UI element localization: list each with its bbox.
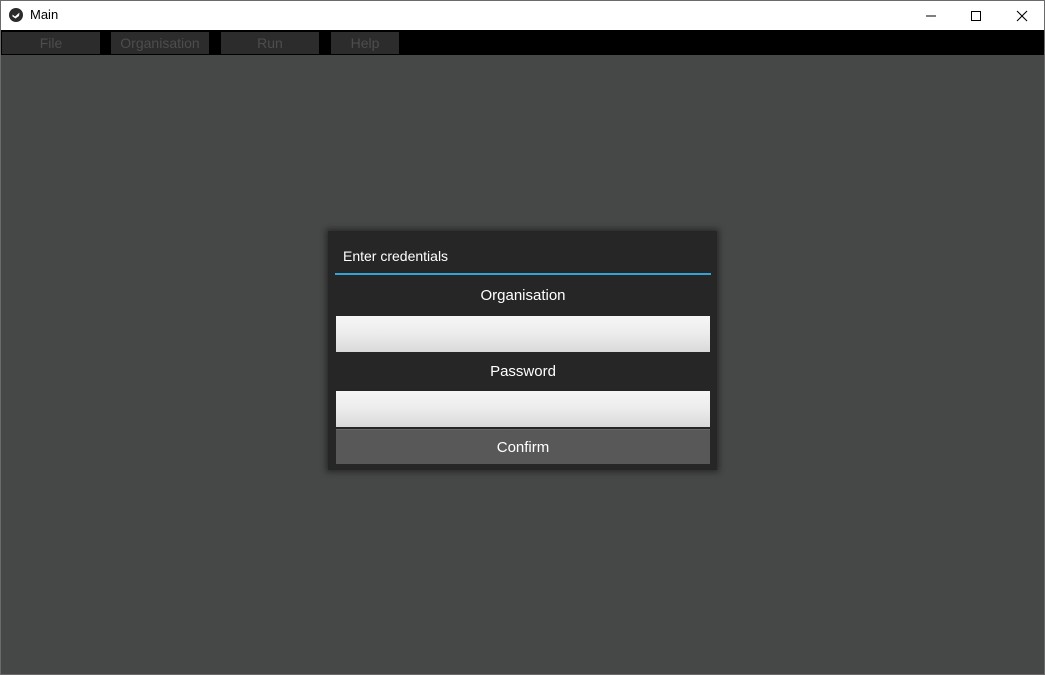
password-label: Password <box>490 363 556 380</box>
minimize-icon <box>925 10 937 22</box>
maximize-button[interactable] <box>953 1 998 30</box>
password-input[interactable] <box>336 391 710 427</box>
dialog-title: Enter credentials <box>343 248 449 264</box>
minimize-button[interactable] <box>908 1 953 30</box>
close-button[interactable] <box>999 1 1044 30</box>
confirm-button[interactable]: Confirm <box>336 429 710 464</box>
menu-help[interactable]: Help <box>331 32 399 54</box>
title-bar[interactable]: Main <box>1 1 1044 30</box>
dialog-title-separator <box>335 273 711 275</box>
window-title: Main <box>30 7 59 22</box>
menu-run[interactable]: Run <box>221 32 319 54</box>
menu-file[interactable]: File <box>2 32 100 54</box>
menu-bar: File Organisation Run Help <box>1 30 1044 55</box>
organisation-label: Organisation <box>480 287 566 304</box>
menu-organisation[interactable]: Organisation <box>111 32 209 54</box>
organisation-input[interactable] <box>336 316 710 352</box>
maximize-icon <box>970 10 982 22</box>
main-window: Main File Organisation Run Help Enter cr… <box>0 0 1045 675</box>
close-icon <box>1016 10 1028 22</box>
kivy-logo-icon <box>9 8 23 22</box>
credentials-dialog: Enter credentials Organisation Password … <box>328 231 717 470</box>
